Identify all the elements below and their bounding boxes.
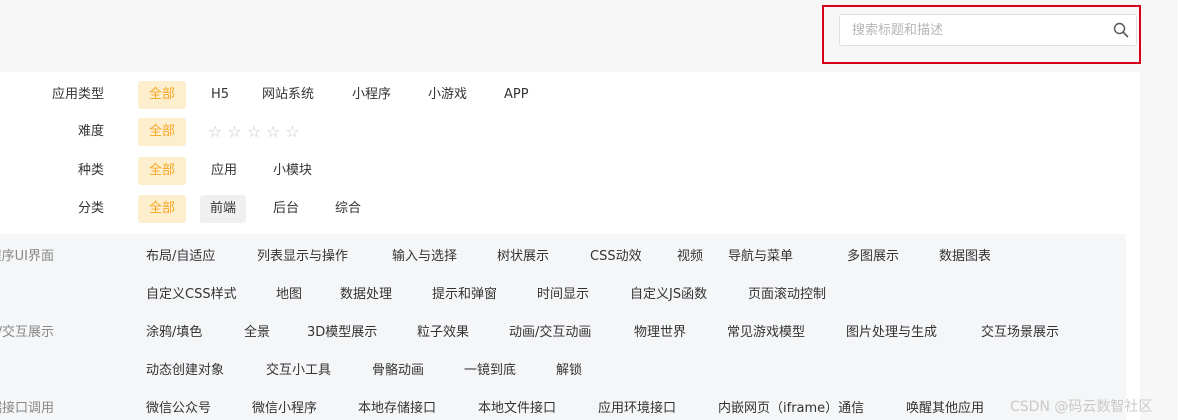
subcategory-item[interactable]: 动态创建对象	[146, 361, 224, 381]
subcategory-item[interactable]: 常见游戏模型	[727, 323, 805, 343]
search-input[interactable]	[840, 15, 1112, 45]
subcategory-item[interactable]: 多图展示	[847, 247, 899, 267]
subcategory-item[interactable]: 自定义CSS样式	[146, 285, 237, 305]
subcategory-item[interactable]: 输入与选择	[392, 247, 457, 267]
subcategory-item[interactable]: 地图	[276, 285, 302, 305]
subcategory-item[interactable]: 布局/自适应	[146, 247, 215, 267]
subcategory-item[interactable]: 提示和弹窗	[432, 285, 497, 305]
subcategory-item[interactable]: 微信小程序	[252, 399, 317, 419]
search-box	[839, 14, 1137, 46]
watermark: CSDN @码云数智社区	[1010, 399, 1153, 415]
subcategory-item[interactable]: 交互小工具	[266, 361, 331, 381]
star-icon[interactable]: ☆	[285, 118, 299, 146]
subcategory-item[interactable]: 应用环境接口	[598, 399, 676, 419]
app-type-option-h5[interactable]: H5	[211, 81, 229, 109]
filter-row-difficulty: 难度 全部 ☆ ☆ ☆ ☆ ☆	[0, 118, 1140, 146]
subcategory-group-label-ui: 用/小程序UI界面	[0, 249, 54, 264]
subcategory-item[interactable]: 全景	[244, 323, 270, 343]
subcategory-item[interactable]: 本地存储接口	[358, 399, 436, 419]
subcategory-item[interactable]: 视频	[677, 247, 703, 267]
subcategory-group-label-animation: 画/游戏/交互展示	[0, 325, 54, 340]
subcategory-item[interactable]: 时间显示	[537, 285, 589, 305]
app-type-option-website[interactable]: 网站系统	[262, 81, 314, 109]
subcategory-item[interactable]: 本地文件接口	[478, 399, 556, 419]
app-type-option-all[interactable]: 全部	[138, 81, 187, 109]
subcategory-item[interactable]: 数据处理	[340, 285, 392, 305]
subcategory-item[interactable]: 自定义JS函数	[630, 285, 707, 305]
filter-label-kind: 种类	[77, 163, 104, 178]
kind-option-app[interactable]: 应用	[211, 157, 237, 185]
subcategory-item[interactable]: 图片处理与生成	[846, 323, 937, 343]
category-option-all[interactable]: 全部	[138, 195, 187, 223]
difficulty-option-all[interactable]: 全部	[138, 118, 187, 146]
subcategory-item[interactable]: 一镜到底	[464, 361, 516, 381]
subcategory-item[interactable]: 物理世界	[634, 323, 686, 343]
subcategory-item[interactable]: 数据图表	[939, 247, 991, 267]
filter-label-category: 分类	[77, 201, 104, 216]
subcategory-item[interactable]: 导航与菜单	[728, 247, 793, 267]
subcategory-item[interactable]: 交互场景展示	[981, 323, 1059, 343]
subcategory-item[interactable]: 动画/交互动画	[509, 323, 591, 343]
kind-option-module[interactable]: 小模块	[273, 157, 312, 185]
subcategory-item[interactable]: 涂鸦/填色	[146, 323, 202, 343]
subcategory-item[interactable]: 树状展示	[497, 247, 549, 267]
filter-label-app-type: 应用类型	[51, 87, 104, 102]
subcategory-item[interactable]: CSS动效	[590, 247, 642, 267]
subcategory-item[interactable]: 解锁	[556, 361, 582, 381]
difficulty-star-rating: ☆ ☆ ☆ ☆ ☆	[208, 118, 305, 146]
filter-label-difficulty: 难度	[77, 124, 104, 139]
kind-option-all[interactable]: 全部	[138, 157, 187, 185]
filter-row-kind: 种类 全部 应用 小模块	[0, 157, 1140, 185]
search-icon[interactable]	[1113, 22, 1129, 38]
subcategory-item[interactable]: 微信公众号	[146, 399, 211, 419]
app-type-option-app[interactable]: APP	[504, 81, 529, 109]
star-icon[interactable]: ☆	[247, 118, 261, 146]
subcategory-item[interactable]: 粒子效果	[417, 323, 469, 343]
subcategory-item[interactable]: 3D模型展示	[307, 323, 377, 343]
filter-row-category: 分类 全部 前端 后台 综合	[0, 195, 1140, 223]
category-option-frontend[interactable]: 前端	[200, 195, 247, 223]
app-type-option-miniprogram[interactable]: 小程序	[352, 81, 391, 109]
star-icon[interactable]: ☆	[208, 118, 222, 146]
subcategory-item[interactable]: 唤醒其他应用	[906, 399, 984, 419]
filter-panel: 应用类型 全部 H5 网站系统 小程序 小游戏 APP 难度 全部 ☆ ☆ ☆ …	[0, 72, 1140, 420]
star-icon[interactable]: ☆	[227, 118, 241, 146]
filter-row-app-type: 应用类型 全部 H5 网站系统 小程序 小游戏 APP	[0, 81, 1140, 109]
subcategory-group-label-client-api: 客户端接口调用	[0, 401, 54, 416]
subcategory-item[interactable]: 列表显示与操作	[257, 247, 348, 267]
category-option-fullstack[interactable]: 综合	[335, 195, 361, 223]
star-icon[interactable]: ☆	[266, 118, 280, 146]
category-option-backend[interactable]: 后台	[273, 195, 299, 223]
app-type-option-minigame[interactable]: 小游戏	[428, 81, 467, 109]
subcategory-item[interactable]: 页面滚动控制	[748, 285, 826, 305]
subcategory-item[interactable]: 骨骼动画	[372, 361, 424, 381]
subcategory-block: 用/小程序UI界面 布局/自适应 列表显示与操作 输入与选择 树状展示 CSS动…	[0, 234, 1126, 420]
subcategory-item[interactable]: 内嵌网页（iframe）通信	[718, 399, 864, 419]
